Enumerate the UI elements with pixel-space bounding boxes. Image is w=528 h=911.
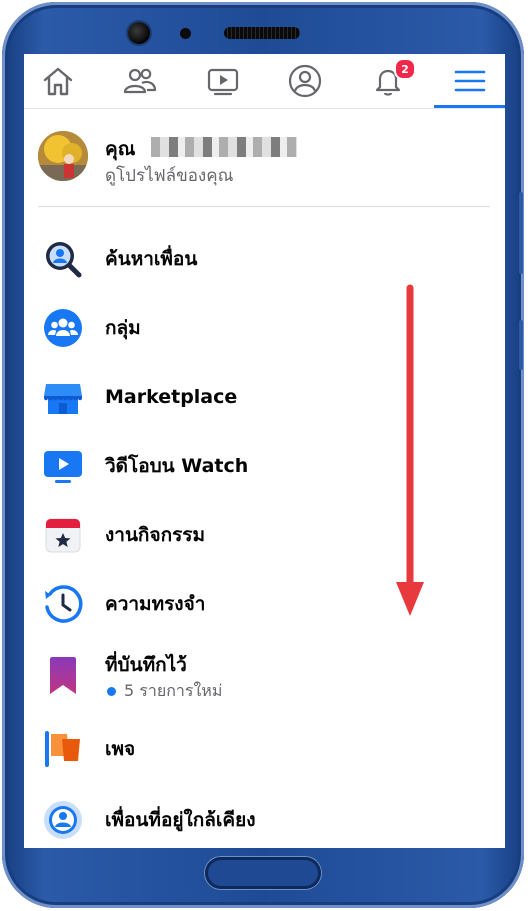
tab-notifications[interactable]: 2 (354, 54, 422, 108)
section-divider (38, 206, 490, 207)
events-icon (45, 518, 81, 553)
pages-icon (45, 731, 80, 767)
tab-menu[interactable] (436, 54, 504, 108)
profile-name[interactable]: คุณ (105, 134, 135, 164)
menu-item-find-friends[interactable]: ค้นหาเพื่อน (24, 228, 505, 290)
profile-icon (288, 64, 322, 98)
menu-item-memories[interactable]: ความทรงจำ (24, 573, 505, 635)
tab-watch[interactable] (189, 54, 257, 108)
nav-divider (24, 108, 505, 109)
menu-item-groups[interactable]: กลุ่ม (24, 297, 505, 359)
saved-new-items: 5 รายการใหม่ (105, 679, 222, 704)
menu-item-marketplace[interactable]: Marketplace (24, 366, 505, 428)
friends-icon (123, 68, 157, 94)
volume-button (519, 192, 523, 274)
menu-item-label: วิดีโอบน Watch (105, 455, 249, 477)
front-camera (128, 22, 150, 44)
menu-item-label: เพื่อนที่อยู่ใกล้เคียง (105, 809, 256, 831)
marketplace-icon (44, 384, 82, 414)
active-tab-indicator (434, 105, 505, 108)
saved-icon (50, 657, 76, 694)
notification-badge: 2 (394, 58, 416, 80)
phone-frame: 2 คุณ ดูโปรไฟล์ของคุณ ค้นหาเพื่อน กลุ่ม … (2, 2, 524, 908)
menu-item-label: ความทรงจำ (105, 593, 206, 615)
memories-icon (45, 585, 83, 623)
tab-profile[interactable] (271, 54, 339, 108)
home-icon (43, 67, 73, 96)
find-friends-icon (46, 242, 82, 278)
avatar-photo (38, 131, 88, 181)
saved-new-count: 5 รายการใหม่ (124, 681, 223, 700)
tab-friends[interactable] (106, 54, 174, 108)
earpiece-speaker (224, 27, 300, 39)
menu-item-saved[interactable]: ที่บันทึกไว้ 5 รายการใหม่ (24, 644, 505, 710)
menu-item-pages[interactable]: เพจ (24, 718, 505, 780)
scroll-down-arrow-icon (396, 284, 424, 616)
new-dot-icon (107, 687, 116, 696)
hamburger-menu-icon (454, 70, 486, 92)
menu-item-label: ที่บันทึกไว้ (105, 654, 187, 676)
view-profile-link[interactable]: ดูโปรไฟล์ของคุณ (105, 162, 233, 189)
menu-item-watch[interactable]: วิดีโอบน Watch (24, 435, 505, 497)
menu-item-label: งานกิจกรรม (105, 524, 206, 546)
menu-item-label: กลุ่ม (105, 317, 141, 339)
menu-item-nearby-friends[interactable]: เพื่อนที่อยู่ใกล้เคียง (24, 789, 505, 848)
redacted-name (151, 137, 297, 157)
watch-icon (207, 68, 239, 96)
top-nav: 2 (24, 54, 505, 110)
proximity-sensor (180, 28, 191, 39)
nearby-friends-icon (44, 801, 82, 839)
screen: 2 คุณ ดูโปรไฟล์ของคุณ ค้นหาเพื่อน กลุ่ม … (24, 54, 505, 848)
groups-icon (44, 309, 82, 347)
menu-item-label: Marketplace (105, 386, 238, 408)
home-button[interactable] (205, 857, 321, 889)
menu-item-label: เพจ (105, 738, 136, 760)
avatar[interactable] (38, 131, 88, 181)
menu-item-events[interactable]: งานกิจกรรม (24, 504, 505, 566)
watch-video-icon (44, 451, 82, 483)
profile-row[interactable]: คุณ ดูโปรไฟล์ของคุณ (38, 131, 498, 186)
power-button (519, 320, 523, 370)
menu-item-label: ค้นหาเพื่อน (105, 248, 198, 270)
tab-home[interactable] (24, 54, 92, 108)
